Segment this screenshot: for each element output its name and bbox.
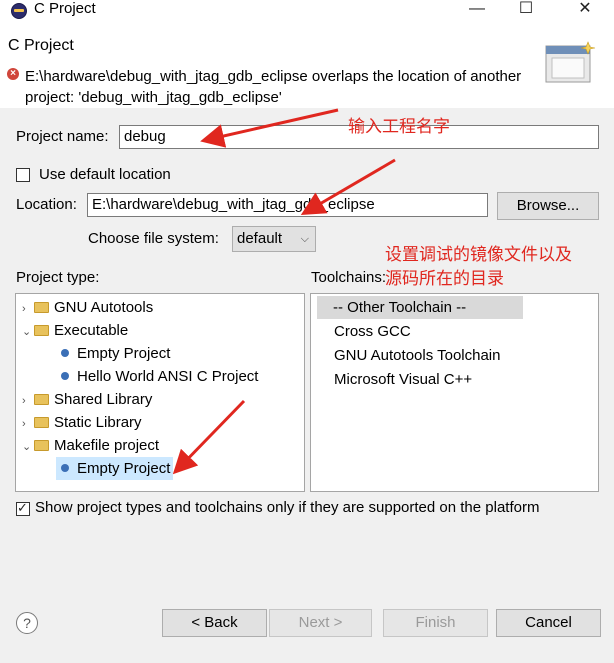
show-supported-only-label: Show project types and toolchains only i… — [35, 499, 540, 516]
annotation-note-location-line2: 源码所在的目录 — [385, 269, 504, 288]
tree-item-gnu-autotools[interactable]: › GNU Autotools — [22, 296, 153, 319]
folder-open-icon — [34, 440, 49, 451]
folder-open-icon — [34, 325, 49, 336]
project-template-icon — [61, 464, 69, 472]
file-system-select[interactable]: default ⌵ — [232, 226, 316, 252]
window-title: C Project — [34, 0, 96, 17]
project-type-tree[interactable]: › GNU Autotools ⌄ Executable Empty Project… — [15, 293, 305, 492]
wizard-title: C Project — [8, 37, 74, 54]
chevron-right-icon: › — [22, 395, 26, 407]
location-label: Location: — [16, 196, 77, 213]
project-template-icon — [61, 349, 69, 357]
back-button[interactable]: < Back — [162, 609, 267, 637]
toolchain-item-msvc[interactable]: Microsoft Visual C++ — [334, 368, 472, 391]
annotation-note-location-line1: 设置调试的镜像文件以及 — [385, 245, 572, 264]
project-name-label: Project name: — [16, 128, 109, 145]
cancel-button[interactable]: Cancel — [496, 609, 601, 637]
help-icon[interactable]: ? — [16, 612, 38, 634]
toolchain-item-other[interactable]: -- Other Toolchain -- — [333, 296, 466, 319]
chevron-down-icon: ⌄ — [22, 441, 32, 453]
maximize-button[interactable]: ☐ — [503, 0, 549, 20]
tree-item-empty-project[interactable]: Empty Project — [61, 342, 170, 365]
location-input[interactable]: E:\hardware\debug_with_jtag_gdb_eclipse — [87, 193, 488, 217]
toolchain-item-gnu-autotools[interactable]: GNU Autotools Toolchain — [334, 344, 501, 367]
error-message: E:\hardware\debug_with_jtag_gdb_eclipse … — [25, 68, 522, 106]
use-default-location-checkbox[interactable] — [16, 168, 30, 182]
next-button[interactable]: Next > — [269, 609, 372, 637]
project-template-icon — [61, 372, 69, 380]
tree-item-static-library[interactable]: › Static Library — [22, 411, 142, 434]
tree-item-shared-library[interactable]: › Shared Library — [22, 388, 152, 411]
error-icon: × — [7, 68, 19, 80]
chevron-down-icon: ⌄ — [22, 326, 32, 338]
file-system-value: default — [237, 230, 283, 247]
toolchain-item-cross-gcc[interactable]: Cross GCC — [334, 320, 411, 343]
tree-item-executable[interactable]: ⌄ Executable — [22, 319, 128, 342]
chevron-right-icon: › — [22, 303, 26, 315]
tree-item-hello-world[interactable]: Hello World ANSI C Project — [61, 365, 258, 388]
folder-icon — [34, 417, 49, 428]
project-type-label: Project type: — [16, 269, 100, 286]
show-supported-only-checkbox[interactable] — [16, 500, 30, 516]
finish-button[interactable]: Finish — [383, 609, 488, 637]
chevron-down-icon: ⌵ — [300, 233, 309, 245]
toolchains-list[interactable]: -- Other Toolchain -- Cross GCC GNU Auto… — [310, 293, 599, 492]
browse-button[interactable]: Browse... — [497, 192, 599, 220]
tree-item-makefile-empty-project[interactable]: Empty Project — [56, 457, 174, 480]
folder-icon — [34, 302, 49, 313]
use-default-location-label: Use default location — [39, 166, 171, 183]
toolchains-label: Toolchains: — [311, 269, 387, 286]
chevron-right-icon: › — [22, 418, 26, 430]
tree-item-makefile-project[interactable]: ⌄ Makefile project — [22, 434, 159, 457]
wizard-banner-icon — [545, 41, 596, 83]
file-system-label: Choose file system: — [88, 230, 219, 247]
close-button[interactable]: ✕ — [562, 0, 608, 20]
folder-icon — [34, 394, 49, 405]
annotation-note-project-name: 输入工程名字 — [348, 117, 450, 136]
minimize-button[interactable]: — — [454, 0, 500, 20]
eclipse-icon — [11, 3, 27, 19]
